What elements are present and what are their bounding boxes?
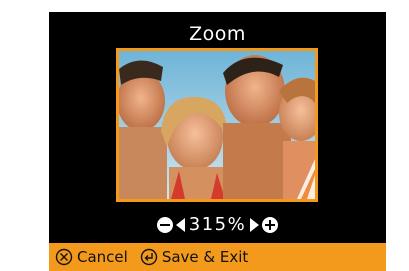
enter-arrow-icon bbox=[140, 248, 158, 266]
minus-circle-icon[interactable] bbox=[156, 217, 173, 233]
circle-x-icon bbox=[55, 248, 73, 266]
triangle-right-icon[interactable] bbox=[250, 218, 260, 232]
device-screen: Zoom 315% Cancel Save & Exit bbox=[49, 12, 386, 271]
cancel-label: Cancel bbox=[77, 248, 128, 266]
save-exit-button[interactable]: Save & Exit bbox=[140, 248, 248, 266]
plus-circle-icon[interactable] bbox=[262, 217, 279, 233]
photo-image bbox=[119, 51, 315, 199]
zoom-control: 315% bbox=[49, 212, 386, 238]
photo-preview[interactable] bbox=[116, 48, 318, 202]
cancel-button[interactable]: Cancel bbox=[55, 248, 128, 266]
footer-bar: Cancel Save & Exit bbox=[49, 243, 386, 271]
screen-title: Zoom bbox=[189, 23, 246, 45]
save-exit-label: Save & Exit bbox=[161, 248, 249, 266]
zoom-value: 315% bbox=[188, 214, 247, 235]
triangle-left-icon[interactable] bbox=[175, 218, 185, 232]
